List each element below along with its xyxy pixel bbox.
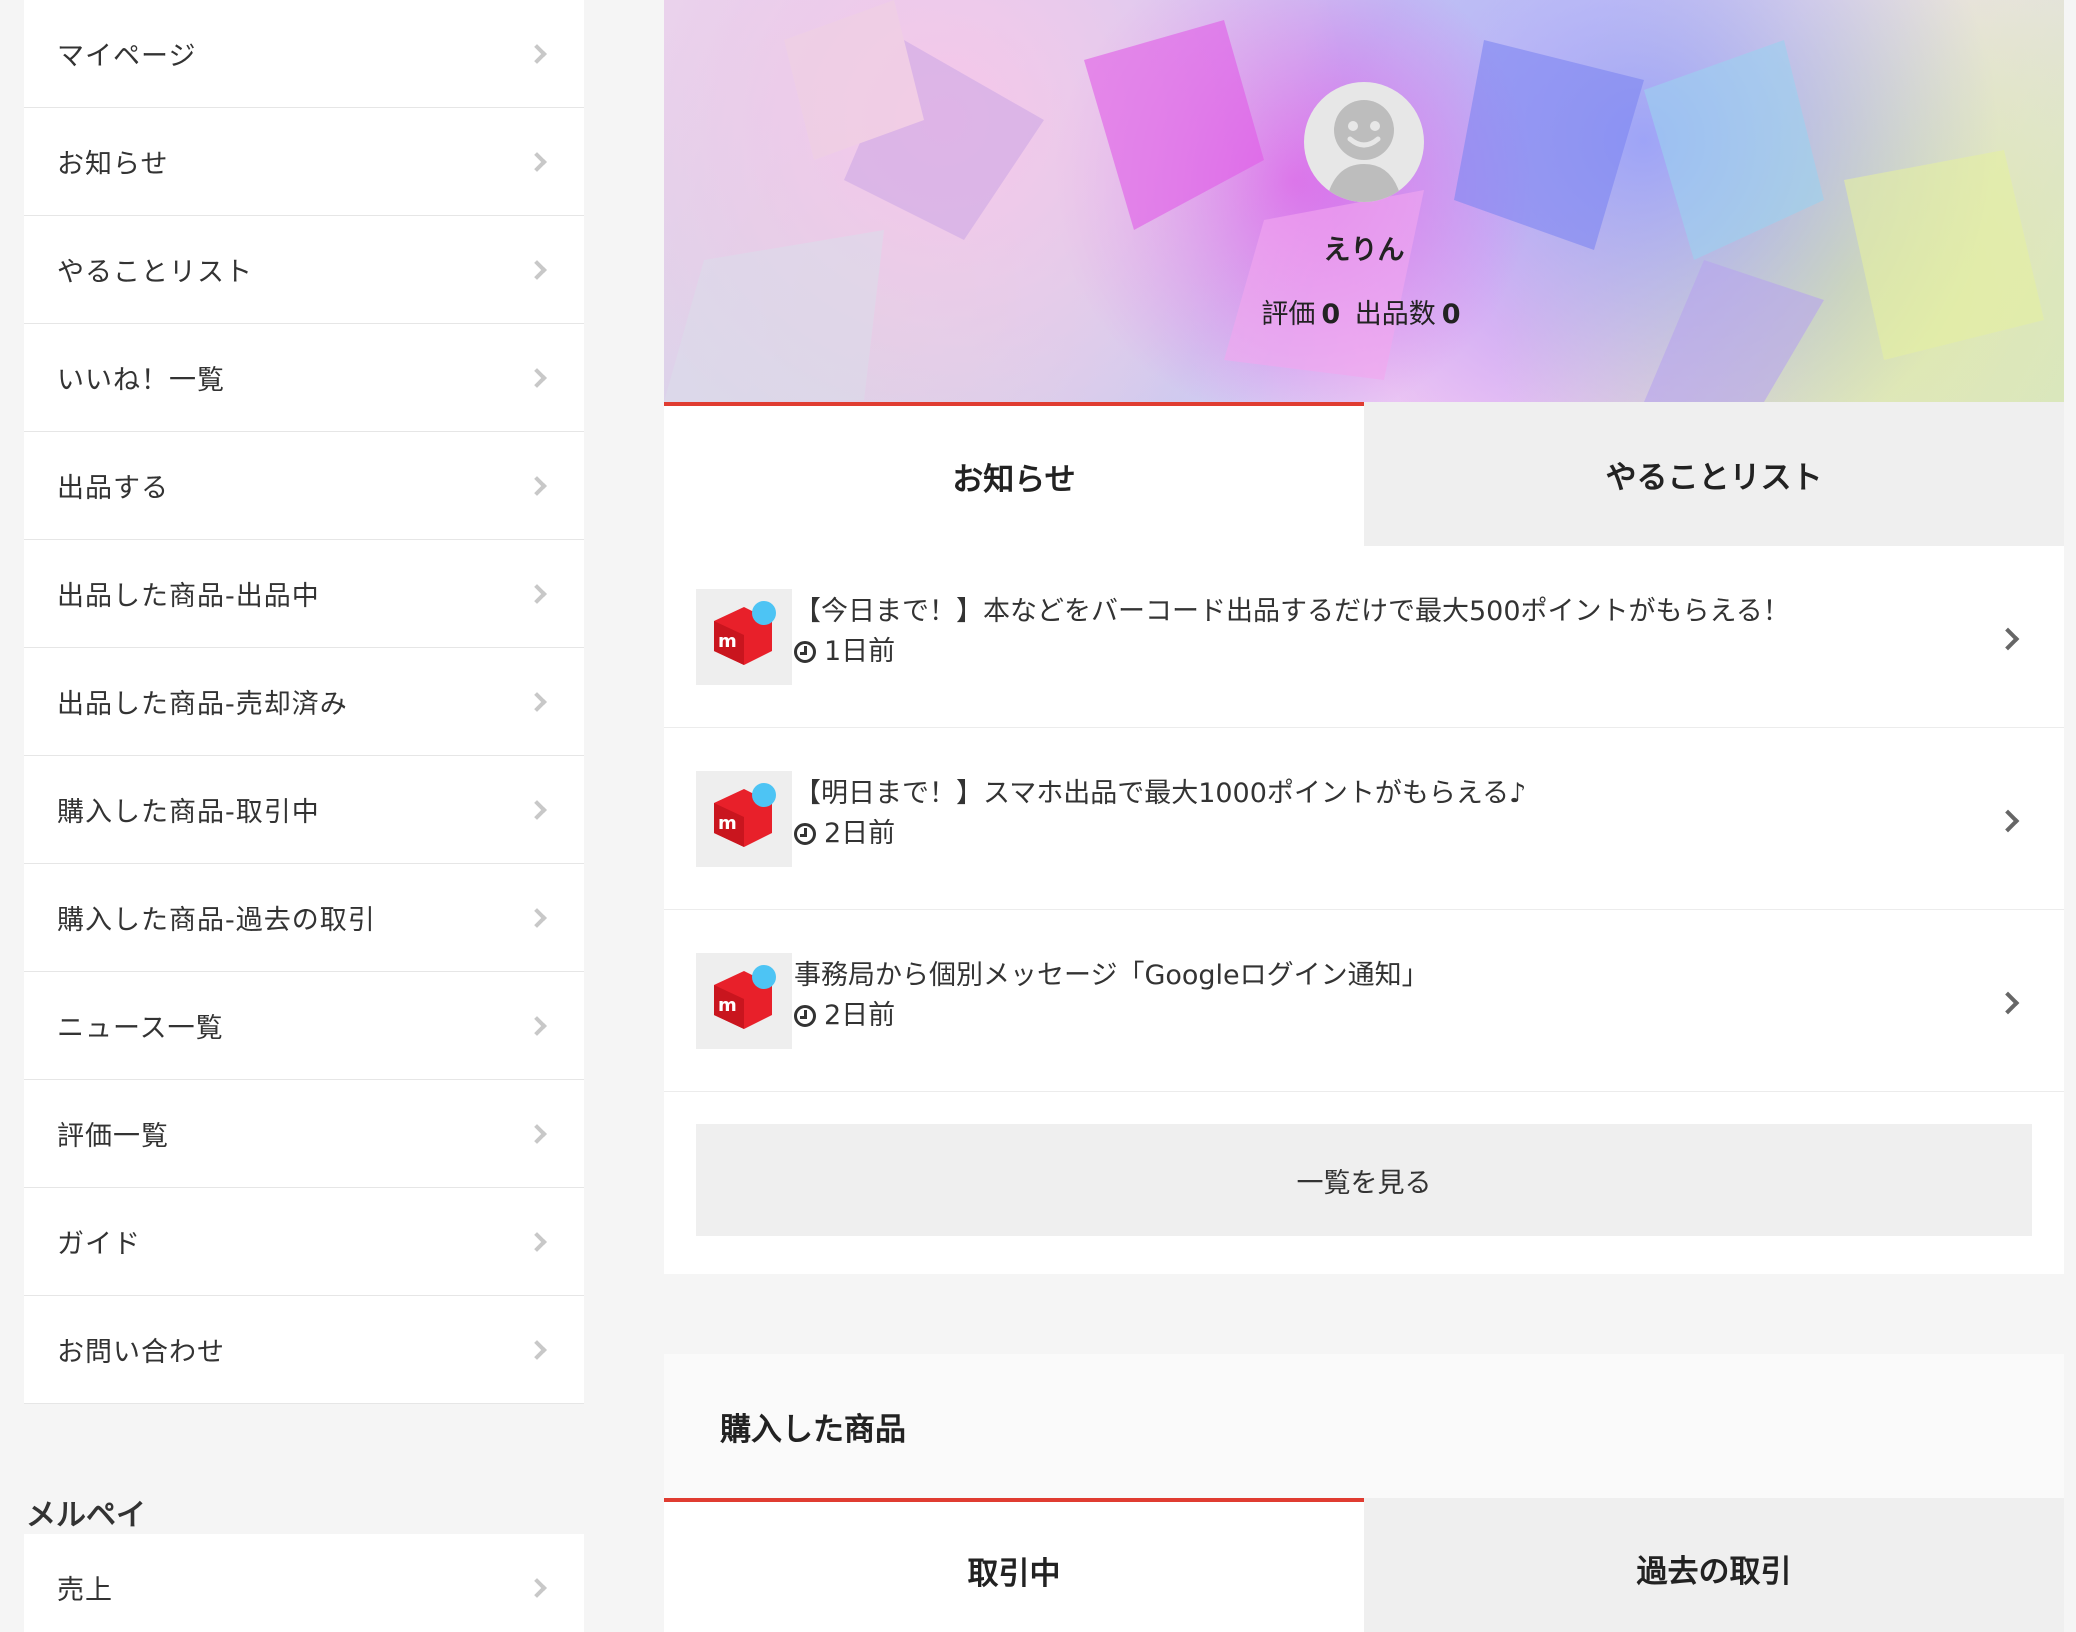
chevron-right-icon (1996, 809, 2024, 833)
chevron-right-icon (527, 367, 547, 388)
sidebar-item-notices[interactable]: お知らせ (24, 108, 584, 216)
notice-item[interactable]: m 【今日まで！】本などをバーコード出品するだけで最大500ポイントがもらえる！… (664, 546, 2064, 728)
sidebar-item-contact[interactable]: お問い合わせ (24, 1296, 584, 1404)
notice-title: 事務局から個別メッセージ「Googleログイン通知」 (794, 959, 1429, 991)
purchased-section: 購入した商品 取引中 過去の取引 (664, 1354, 2064, 1632)
svg-text:m: m (718, 995, 737, 1016)
tab-past-transactions[interactable]: 過去の取引 (1364, 1498, 2064, 1632)
chevron-right-icon (527, 799, 547, 820)
profile-stats: 評価 0 出品数 0 (664, 292, 2064, 331)
chevron-right-icon (527, 1123, 547, 1144)
sidebar-item-label: お問い合わせ (57, 1337, 225, 1368)
notice-item[interactable]: m 【明日まで！】スマホ出品で最大1000ポイントがもらえる♪ 2日前 (664, 728, 2064, 910)
purchased-title: 購入した商品 (720, 1411, 906, 1448)
chevron-right-icon (527, 691, 547, 712)
notice-time: 2日前 (794, 996, 1429, 1036)
chevron-right-icon (1996, 991, 2024, 1015)
sidebar-item-news[interactable]: ニュース一覧 (24, 972, 584, 1080)
sidebar-item-label: やることリスト (57, 257, 253, 288)
sidebar-item-purchased-active[interactable]: 購入した商品-取引中 (24, 756, 584, 864)
sidebar-item-sales[interactable]: 売上 (24, 1534, 584, 1632)
sidebar-item-ratings[interactable]: 評価一覧 (24, 1080, 584, 1188)
purchased-tabs: 取引中 過去の取引 (664, 1498, 2064, 1632)
sidebar-item-listed-active[interactable]: 出品した商品-出品中 (24, 540, 584, 648)
sidebar-item-sell[interactable]: 出品する (24, 432, 584, 540)
profile-header: えりん 評価 0 出品数 0 (664, 0, 2064, 402)
notice-title: 【今日まで！】本などをバーコード出品するだけで最大500ポイントがもらえる！ (794, 595, 1790, 627)
user-icon (1326, 100, 1402, 202)
notice-time-text: 2日前 (824, 817, 896, 849)
svg-text:m: m (718, 813, 737, 834)
notice-time-text: 2日前 (824, 999, 896, 1031)
sidebar-item-guide[interactable]: ガイド (24, 1188, 584, 1296)
merpay-section-title: メルペイ (26, 1498, 146, 1533)
sidebar-item-label: 購入した商品-取引中 (57, 797, 320, 828)
sidebar-item-label: 出品する (57, 473, 169, 504)
rating-value: 0 (1321, 299, 1341, 330)
notice-tabs: お知らせ やることリスト (664, 402, 2064, 546)
sidebar-item-label: 売上 (57, 1575, 113, 1606)
notice-time-text: 1日前 (824, 635, 896, 667)
sidebar-menu: マイページ お知らせ やることリスト いいね！一覧 出品する 出品した商品-出品… (24, 0, 584, 1404)
sidebar-item-label: ガイド (57, 1229, 141, 1260)
chevron-right-icon (527, 151, 547, 172)
chevron-right-icon (527, 1015, 547, 1036)
main-content: えりん 評価 0 出品数 0 お知らせ やることリスト m 【今日まで！】本などをバ… (664, 0, 2064, 1632)
notice-time: 1日前 (794, 632, 1790, 672)
sidebar-item-label: ニュース一覧 (57, 1013, 224, 1044)
chevron-right-icon (1996, 627, 2024, 651)
clock-icon (794, 822, 816, 845)
listings-label: 出品数 (1354, 299, 1436, 330)
notice-title: 【明日まで！】スマホ出品で最大1000ポイントがもらえる♪ (794, 777, 1527, 809)
mercari-box-icon: m (696, 588, 792, 685)
sidebar-item-purchased-past[interactable]: 購入した商品-過去の取引 (24, 864, 584, 972)
chevron-right-icon (527, 1339, 547, 1360)
sidebar-item-label: いいね！一覧 (57, 365, 225, 396)
tab-in-progress[interactable]: 取引中 (664, 1498, 1364, 1632)
sidebar-item-label: 出品した商品-売却済み (57, 689, 348, 720)
sidebar-item-label: 出品した商品-出品中 (57, 581, 320, 612)
chevron-right-icon (527, 1577, 547, 1598)
sidebar-item-label: 評価一覧 (57, 1121, 169, 1152)
tab-notices[interactable]: お知らせ (664, 402, 1364, 546)
rating-label: 評価 (1261, 299, 1316, 330)
listings-value: 0 (1441, 299, 1461, 330)
chevron-right-icon (527, 1231, 547, 1252)
chevron-right-icon (527, 259, 547, 280)
notice-body: 【今日まで！】本などをバーコード出品するだけで最大500ポイントがもらえる！ 1… (794, 592, 1790, 672)
notice-body: 【明日まで！】スマホ出品で最大1000ポイントがもらえる♪ 2日前 (794, 774, 1526, 854)
notice-list: m 【今日まで！】本などをバーコード出品するだけで最大500ポイントがもらえる！… (664, 546, 2064, 1274)
clock-icon (794, 640, 816, 663)
sidebar-item-label: マイページ (57, 41, 197, 72)
notice-body: 事務局から個別メッセージ「Googleログイン通知」 2日前 (794, 956, 1429, 1036)
mercari-box-icon: m (696, 770, 792, 867)
chevron-right-icon (527, 583, 547, 604)
sidebar-item-todo[interactable]: やることリスト (24, 216, 584, 324)
chevron-right-icon (527, 907, 547, 928)
avatar[interactable] (1304, 82, 1424, 202)
svg-text:m: m (718, 631, 737, 652)
sidebar: マイページ お知らせ やることリスト いいね！一覧 出品する 出品した商品-出品… (24, 0, 584, 1632)
notice-time: 2日前 (794, 814, 1526, 854)
sidebar-item-listed-sold[interactable]: 出品した商品-売却済み (24, 648, 584, 756)
chevron-right-icon (527, 475, 547, 496)
see-all-button[interactable]: 一覧を見る (696, 1124, 2032, 1236)
merpay-menu: 売上 (24, 1534, 584, 1632)
clock-icon (794, 1004, 816, 1027)
profile-username: えりん (1323, 235, 1405, 266)
sidebar-item-label: お知らせ (57, 149, 169, 180)
sidebar-item-mypage[interactable]: マイページ (24, 0, 584, 108)
chevron-right-icon (527, 43, 547, 64)
mercari-box-icon: m (696, 952, 792, 1049)
notice-item[interactable]: m 事務局から個別メッセージ「Googleログイン通知」 2日前 (664, 910, 2064, 1092)
sidebar-item-likes[interactable]: いいね！一覧 (24, 324, 584, 432)
sidebar-item-label: 購入した商品-過去の取引 (57, 905, 376, 936)
tab-todo[interactable]: やることリスト (1364, 402, 2064, 546)
